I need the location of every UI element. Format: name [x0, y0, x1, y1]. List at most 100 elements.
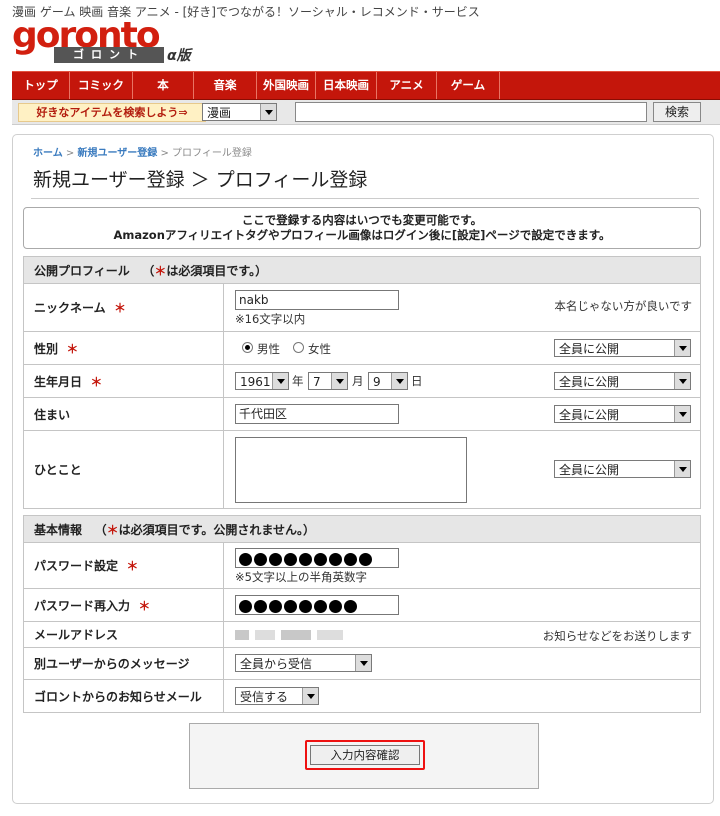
title-divider	[31, 198, 699, 199]
nickname-note: 本名じゃない方が良いです	[554, 299, 692, 313]
nav-item-comic[interactable]: コミック	[70, 72, 133, 99]
confirm-button[interactable]: 入力内容確認	[305, 740, 425, 770]
breadcrumb-separator: >	[65, 148, 75, 159]
email-note: お知らせなどをお送りします	[542, 629, 692, 643]
gender-female-radio[interactable]	[293, 342, 304, 353]
comment-visibility-select[interactable]: 全員に公開	[554, 460, 691, 478]
password-mask-dot	[314, 553, 327, 566]
password-mask-dot	[284, 553, 297, 566]
messages-label: 別ユーザーからのメッセージ	[34, 657, 190, 671]
nav-item-music[interactable]: 音楽	[194, 72, 257, 99]
password-mask-dot	[239, 600, 252, 613]
nickname-hint: ※16文字以内	[235, 312, 306, 326]
birth-month-select[interactable]: 7	[308, 372, 348, 390]
password-input[interactable]	[235, 548, 399, 568]
row-address: 住まい 千代田区 全員に公開	[23, 398, 701, 431]
address-visibility-select[interactable]: 全員に公開	[554, 405, 691, 423]
password-mask-dot	[344, 553, 357, 566]
search-bar: 好きなアイテムを検索しよう⇒ 漫画 検索	[12, 100, 720, 125]
password-mask-dot	[254, 600, 267, 613]
nav-item-games[interactable]: ゲーム	[437, 72, 500, 99]
profile-form: 公開プロフィール （＊は必須項目です。） ニックネーム ＊ nakb ※16文字…	[23, 256, 701, 713]
address-input[interactable]: 千代田区	[235, 404, 399, 424]
nav-item-japanese-movies[interactable]: 日本映画	[316, 72, 377, 99]
confirm-button-label: 入力内容確認	[310, 745, 420, 765]
password-mask-dot	[314, 600, 327, 613]
nav-item-foreign-movies[interactable]: 外国映画	[257, 72, 316, 99]
password-confirm-label: パスワード再入力	[34, 598, 131, 613]
site-logo[interactable]: goronto ゴロント α版	[12, 18, 191, 65]
email-label: メールアドレス	[34, 628, 119, 642]
breadcrumb-current: プロフィール登録	[172, 148, 252, 159]
row-password: パスワード設定 ＊ ※5文字以上の半角英数字	[23, 543, 701, 589]
row-gender: 性別 ＊ 男性 女性 全員に公開	[23, 332, 701, 365]
search-input[interactable]	[295, 102, 647, 122]
notice-line-2: Amazonアフィリエイトタグやプロフィール画像はログイン後に[設定]ページで設…	[113, 228, 611, 242]
gender-male-label: 男性	[257, 342, 280, 356]
nickname-label: ニックネーム	[34, 301, 106, 315]
password-mask-dot	[299, 600, 312, 613]
birth-year-select[interactable]: 1961	[235, 372, 289, 390]
password-hint: ※5文字以上の半角英数字	[235, 570, 367, 584]
gender-female-label: 女性	[308, 342, 331, 356]
breadcrumb-separator: >	[160, 148, 169, 159]
password-mask-dot	[269, 600, 282, 613]
row-password-confirm: パスワード再入力 ＊	[23, 589, 701, 622]
comment-textarea[interactable]	[235, 437, 467, 503]
password-confirm-input[interactable]	[235, 595, 399, 615]
row-newsletter: ゴロントからのお知らせメール 受信する	[23, 680, 701, 713]
password-mask-dot	[329, 600, 342, 613]
info-notice: ここで登録する内容はいつでも変更可能です。 Amazonアフィリエイトタグやプロ…	[23, 207, 701, 249]
password-mask-dot	[269, 553, 282, 566]
breadcrumb: ホーム > 新規ユーザー登録 > プロフィール登録	[33, 144, 252, 159]
password-mask-dot	[344, 600, 357, 613]
chevron-down-icon	[674, 406, 690, 422]
breadcrumb-home-link[interactable]: ホーム	[33, 148, 63, 159]
page-title: 新規ユーザー登録 ＞ プロフィール登録	[33, 169, 368, 191]
nickname-input[interactable]: nakb	[235, 290, 399, 310]
nav-item-books[interactable]: 本	[133, 72, 194, 99]
address-label: 住まい	[34, 407, 71, 422]
breadcrumb-signup-link[interactable]: 新規ユーザー登録	[77, 148, 157, 159]
main-nav: トップ コミック 本 音楽 外国映画 日本映画 アニメ ゲーム	[12, 71, 720, 101]
search-category-value: 漫画	[207, 106, 232, 120]
search-prompt-label: 好きなアイテムを検索しよう⇒	[18, 103, 206, 122]
logo-alpha-badge: α版	[167, 48, 191, 64]
chevron-down-icon	[674, 373, 690, 389]
gender-visibility-select[interactable]: 全員に公開	[554, 339, 691, 357]
birthday-visibility-select[interactable]: 全員に公開	[554, 372, 691, 390]
logo-katakana: ゴロント	[54, 47, 164, 63]
row-birthday: 生年月日 ＊ 1961 年 7 月 9 日 全員に公開	[23, 365, 701, 398]
nav-item-top[interactable]: トップ	[12, 72, 70, 99]
submit-area: 入力内容確認	[189, 723, 539, 789]
chevron-down-icon	[674, 340, 690, 356]
row-email: メールアドレス お知らせなどをお送りします	[23, 622, 701, 648]
gender-male-radio[interactable]	[242, 342, 253, 353]
row-comment: ひとこと 全員に公開	[23, 431, 701, 509]
chevron-down-icon	[391, 373, 407, 389]
password-mask-dot	[239, 553, 252, 566]
chevron-down-icon	[260, 104, 276, 120]
birth-day-select[interactable]: 9	[368, 372, 408, 390]
public-profile-header: 公開プロフィール （＊は必須項目です。）	[23, 256, 701, 284]
password-mask-dot	[359, 553, 372, 566]
search-category-select[interactable]: 漫画	[202, 103, 277, 121]
comment-label: ひとこと	[34, 463, 82, 477]
chevron-down-icon	[302, 688, 318, 704]
row-nickname: ニックネーム ＊ nakb ※16文字以内 本名じゃない方が良いです	[23, 284, 701, 332]
messages-select[interactable]: 全員から受信	[235, 654, 372, 672]
chevron-down-icon	[674, 461, 690, 477]
required-mark: ＊	[106, 523, 119, 537]
newsletter-select[interactable]: 受信する	[235, 687, 319, 705]
password-mask-dot	[254, 553, 267, 566]
password-mask-dot	[299, 553, 312, 566]
chevron-down-icon	[331, 373, 347, 389]
basic-info-header: 基本情報 （＊は必須項目です。公開されません。）	[23, 515, 701, 543]
search-button[interactable]: 検索	[653, 102, 701, 122]
password-label: パスワード設定	[34, 559, 119, 573]
nav-item-anime[interactable]: アニメ	[377, 72, 437, 99]
newsletter-label: ゴロントからのお知らせメール	[34, 689, 202, 704]
chevron-down-icon	[355, 655, 371, 671]
chevron-down-icon	[272, 373, 288, 389]
required-mark: ＊	[154, 264, 167, 278]
